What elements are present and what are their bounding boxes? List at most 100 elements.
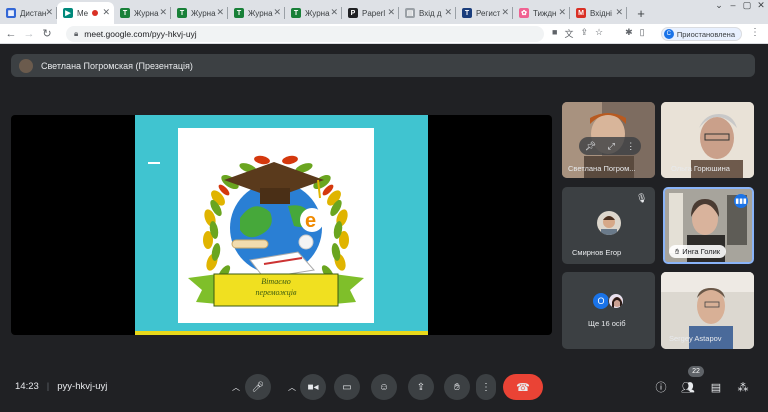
present-screen-button[interactable]: ⇪	[408, 374, 434, 400]
slide-line-1: Вітаємо	[261, 277, 291, 286]
participant-name: Смирнов Егор	[572, 248, 622, 257]
microphone-button[interactable]: 🎤︎	[245, 374, 271, 400]
back-icon[interactable]: ←	[4, 28, 18, 40]
close-tab-icon[interactable]: ✕	[216, 7, 224, 18]
share-icon[interactable]: ⇪	[580, 27, 588, 40]
participant-tile[interactable]: 📌︎ ⤢ ⋮ Светлана Погром...	[562, 102, 655, 178]
chevron-up-icon[interactable]: ︿	[232, 382, 240, 393]
address-bar[interactable]: 🔒︎ meet.google.com/pyy-hkvj-uyj	[66, 26, 544, 42]
end-call-button[interactable]: ☎︎	[503, 374, 543, 400]
recording-dot-icon	[92, 10, 99, 16]
current-time: 14:23	[15, 381, 39, 392]
tab-label: Регист	[476, 8, 501, 18]
favicon-icon: T	[291, 8, 301, 18]
participant-name: Светлана Погром...	[568, 164, 636, 173]
close-tab-icon[interactable]: ✕	[102, 7, 110, 18]
microphone-icon: 🎤︎	[251, 381, 265, 393]
captions-button[interactable]: ▭	[334, 374, 360, 400]
close-tab-icon[interactable]: ✕	[615, 7, 623, 18]
more-participants-tile[interactable]: О Ще 16 осіб	[562, 272, 655, 349]
participants-count-badge: 22	[688, 366, 704, 377]
close-icon[interactable]: ✕	[754, 0, 768, 14]
tab-label: Me	[77, 8, 89, 18]
close-tab-icon[interactable]: ✕	[159, 7, 167, 18]
meeting-info-icon[interactable]: ⓘ	[652, 378, 670, 396]
close-tab-icon[interactable]: ✕	[558, 7, 566, 18]
participant-tile[interactable]: Sergey Astapov	[661, 272, 754, 349]
close-tab-icon[interactable]: ✕	[330, 7, 338, 18]
chevron-up-icon[interactable]: ︿	[288, 382, 296, 393]
tab-label: Paperl	[362, 8, 386, 18]
camera-button[interactable]: ■◂	[300, 374, 326, 400]
more-options-icon[interactable]: ⋮	[626, 141, 635, 152]
slide-strip	[135, 331, 428, 335]
svg-text:e: e	[305, 210, 316, 232]
avatar	[597, 211, 621, 235]
forward-icon[interactable]: →	[22, 28, 36, 40]
presenter-label: Светлана Погромская (Презентація)	[41, 60, 193, 71]
browser-tab[interactable]: ▶ Me ✕	[57, 2, 114, 24]
people-icon[interactable]: 👥︎	[679, 378, 697, 396]
browser-tab[interactable]: ✿ Тиждн ✕	[513, 2, 570, 24]
pin-icon[interactable]: 📌︎	[585, 141, 596, 152]
emoji-reaction-button[interactable]: ☺	[371, 374, 397, 400]
participant-tile[interactable]: Ольга Горюшина	[661, 102, 754, 178]
browser-menu-icon[interactable]: ⋮	[750, 27, 760, 38]
activities-icon[interactable]: ⁂	[734, 378, 752, 396]
more-options-button[interactable]: ⋮	[476, 374, 496, 400]
browser-tab[interactable]: P Paperl ✕	[342, 2, 399, 24]
close-tab-icon[interactable]: ✕	[444, 7, 452, 18]
browser-tab[interactable]: T Журна ✕	[285, 2, 342, 24]
participant-tile[interactable]: 🎙︎ Смирнов Егор	[562, 187, 655, 264]
close-tab-icon[interactable]: ✕	[45, 7, 53, 18]
minimize-icon[interactable]: –	[726, 0, 740, 14]
browser-tab[interactable]: T Регист ✕	[456, 2, 513, 24]
slide-card: e Вітаємо переможців	[178, 128, 374, 323]
browser-toolbar: ← → ↻ 🔒︎ meet.google.com/pyy-hkvj-uyj ■ …	[0, 24, 768, 44]
profile-button[interactable]: C Приостановлена	[660, 27, 742, 41]
meeting-details: 14:23 | pyy-hkvj-uyj	[15, 381, 108, 392]
close-tab-icon[interactable]: ✕	[273, 7, 281, 18]
side-panel-icon[interactable]: ▯	[640, 27, 645, 40]
browser-tab[interactable]: ▦ Дистан ✕	[0, 2, 57, 24]
browser-tab[interactable]: T Журна ✕	[228, 2, 285, 24]
extensions-icon[interactable]: ✱	[625, 27, 633, 40]
tab-label: Журна	[305, 8, 330, 18]
close-tab-icon[interactable]: ✕	[387, 7, 395, 18]
presenter-bar[interactable]: Светлана Погромская (Презентація)	[11, 54, 755, 77]
browser-tab[interactable]: T Журна ✕	[114, 2, 171, 24]
fullscreen-icon[interactable]: ⤢	[608, 141, 615, 152]
close-tab-icon[interactable]: ✕	[501, 7, 509, 18]
toolbar-icons: ■ 文 ⇪ ☆ ✱ ▯	[552, 27, 645, 40]
favicon-icon: T	[120, 8, 130, 18]
present-icon: ⇪	[416, 381, 426, 393]
browser-tab[interactable]: ▤ Вхід д ✕	[399, 2, 456, 24]
chat-icon[interactable]: ▤	[707, 378, 725, 396]
translate-icon[interactable]: 文	[564, 27, 573, 40]
tab-label: Вхідні	[590, 8, 612, 18]
raise-hand-button[interactable]: ✋︎	[444, 374, 470, 400]
slide-dash	[148, 162, 160, 164]
camera-indicator-icon[interactable]: ■	[552, 27, 557, 40]
window-controls: ⌄ – ▢ ✕	[712, 0, 768, 14]
tab-label: Вхід д	[419, 8, 442, 18]
bookmark-star-icon[interactable]: ☆	[595, 27, 603, 40]
lock-icon[interactable]: 🔒︎	[74, 29, 78, 39]
avatar: C	[663, 29, 674, 39]
chevron-down-icon[interactable]: ⌄	[712, 0, 726, 14]
participant-name: Ще 16 осіб	[588, 319, 626, 328]
favicon-icon: ▤	[405, 8, 415, 18]
favicon-icon: T	[177, 8, 187, 18]
favicon-icon: ▦	[6, 8, 16, 18]
participant-tile-speaking[interactable]: ▮▮▮ ✋︎ Инга Голик	[663, 187, 754, 264]
tab-label: Тиждн	[533, 8, 557, 18]
browser-tab[interactable]: M Вхідні ✕	[570, 2, 627, 24]
tile-controls: 📌︎ ⤢ ⋮	[579, 137, 641, 155]
reload-icon[interactable]: ↻	[40, 27, 54, 40]
tab-label: Журна	[134, 8, 159, 18]
browser-tab[interactable]: T Журна ✕	[171, 2, 228, 24]
avatar: О	[593, 293, 609, 309]
new-tab-button[interactable]: +	[631, 2, 651, 24]
emoji-icon: ☺	[378, 381, 390, 393]
maximize-icon[interactable]: ▢	[740, 0, 754, 14]
